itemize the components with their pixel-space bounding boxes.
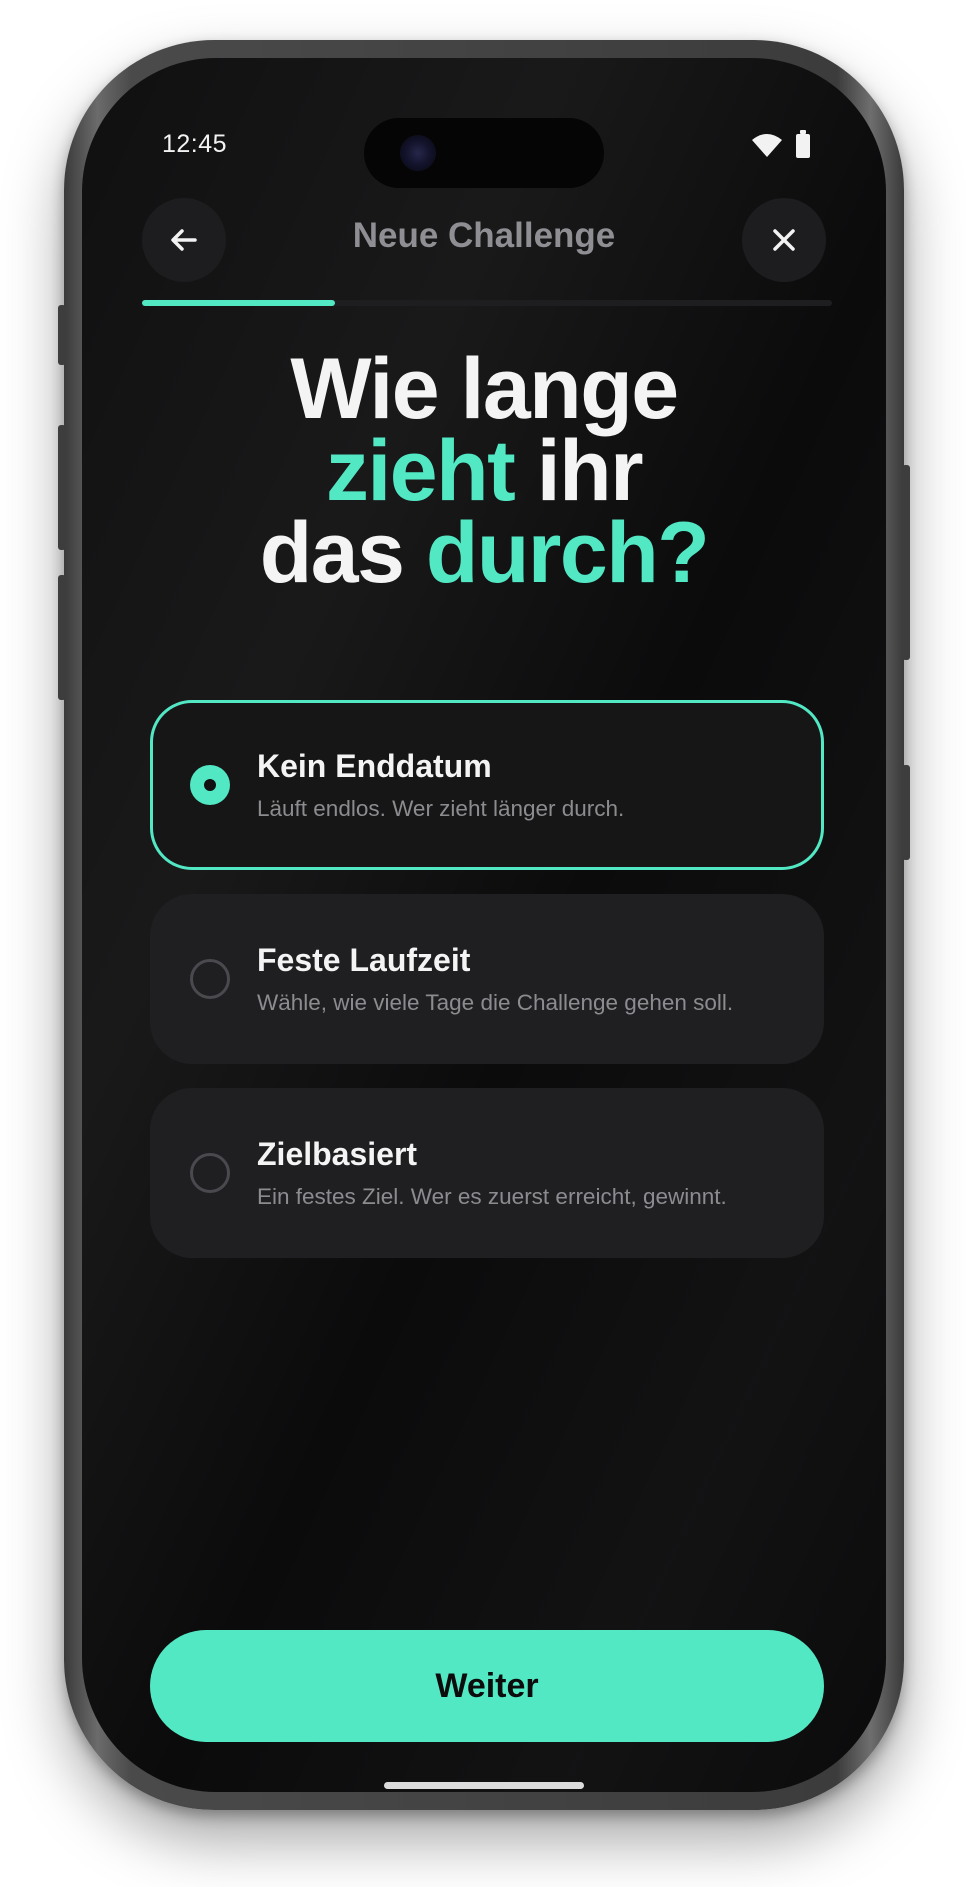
status-time: 12:45 <box>162 130 228 158</box>
headline-line-1: Wie lange <box>290 341 679 437</box>
volume-up-button <box>58 425 66 550</box>
close-icon <box>773 229 795 251</box>
close-button[interactable] <box>742 198 826 282</box>
wifi-icon <box>752 134 782 157</box>
radio-icon[interactable] <box>190 959 230 999</box>
side-key <box>902 765 910 860</box>
option-description: Läuft endlos. Wer zieht länger durch. <box>257 796 625 821</box>
power-button <box>902 465 910 660</box>
option-description: Wähle, wie viele Tage die Challenge gehe… <box>257 990 734 1015</box>
battery-icon <box>796 130 810 158</box>
headline-accent: durch? <box>425 505 710 601</box>
option-description: Ein festes Ziel. Wer es zuerst erreicht,… <box>257 1184 727 1209</box>
progress-fill <box>142 300 336 306</box>
phone-frame: 12:45 Neue Challenge Wie lange zieht ihr… <box>58 40 910 1810</box>
radio-icon[interactable] <box>190 1153 230 1193</box>
screen: 12:45 Neue Challenge Wie lange zieht ihr… <box>82 58 886 1792</box>
volume-button <box>58 305 66 365</box>
option-title: Zielbasiert <box>257 1136 418 1172</box>
option-zielbasiert[interactable]: Zielbasiert Ein festes Ziel. Wer es zuer… <box>150 1088 824 1258</box>
option-kein-enddatum[interactable]: Kein Enddatum Läuft endlos. Wer zieht lä… <box>150 700 824 870</box>
status-icons <box>752 130 810 158</box>
camera-cutout <box>364 118 604 188</box>
continue-button[interactable]: Weiter <box>150 1630 824 1742</box>
progress-bar <box>142 300 832 306</box>
headline: Wie lange zieht ihr das durch? <box>82 341 886 601</box>
headline-line-3: das durch? <box>259 505 710 601</box>
option-feste-laufzeit[interactable]: Feste Laufzeit Wähle, wie viele Tage die… <box>150 894 824 1064</box>
headline-line-2: zieht ihr <box>325 423 644 519</box>
camera-icon <box>400 135 436 171</box>
radio-selected-icon[interactable] <box>190 765 230 805</box>
option-title: Kein Enddatum <box>257 748 492 784</box>
home-indicator[interactable] <box>384 1782 584 1789</box>
volume-down-button <box>58 575 66 700</box>
option-title: Feste Laufzeit <box>257 942 471 978</box>
